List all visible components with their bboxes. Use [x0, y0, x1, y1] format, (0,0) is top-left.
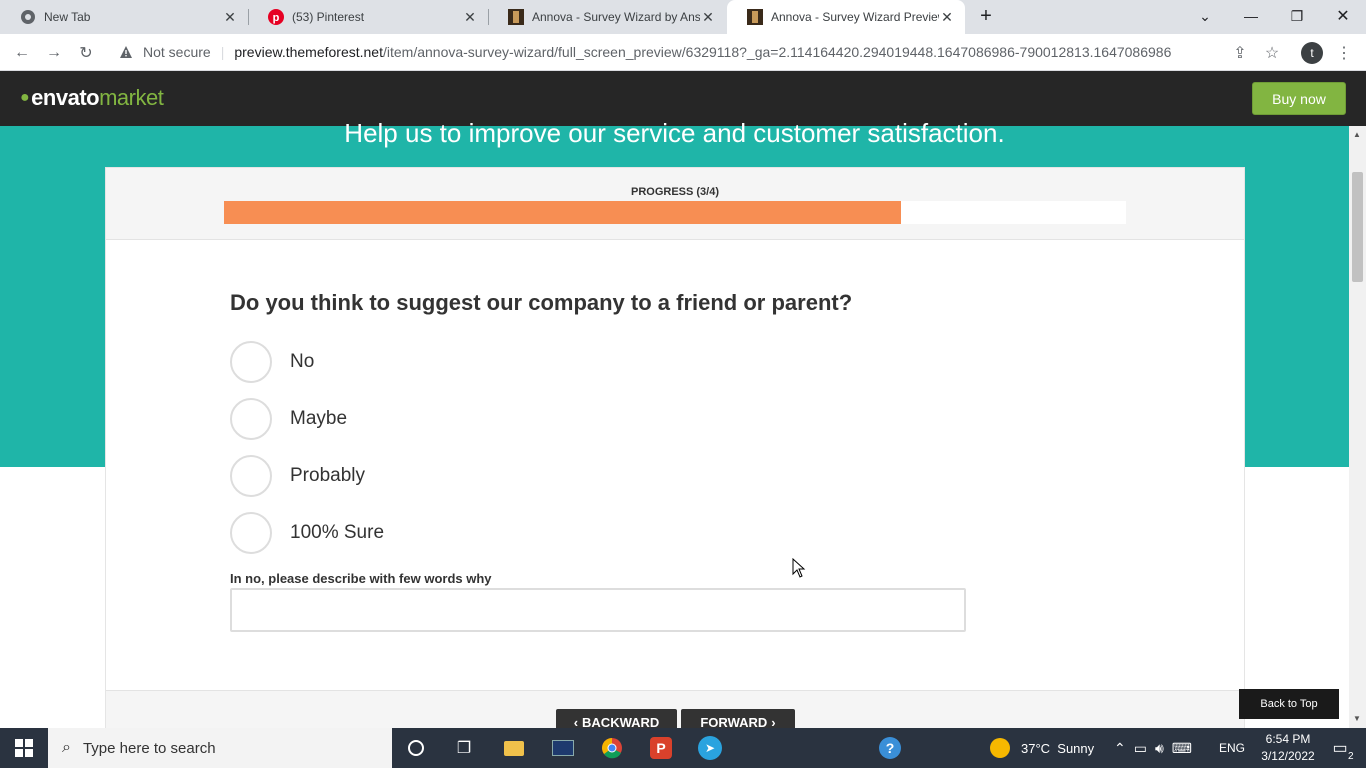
- radio-button[interactable]: [230, 512, 272, 554]
- url-bar[interactable]: Not secure | preview.themeforest.net /it…: [108, 37, 1296, 67]
- menu-icon[interactable]: ⋮: [1330, 39, 1358, 67]
- mouse-cursor-icon: [792, 557, 806, 583]
- file-explorer-icon[interactable]: [490, 728, 538, 768]
- keyboard-icon[interactable]: ⌨: [1172, 740, 1192, 757]
- psiphon-icon[interactable]: P: [637, 728, 685, 768]
- language-indicator[interactable]: ENG: [1219, 728, 1245, 768]
- close-tab-icon[interactable]: ✕: [222, 9, 238, 25]
- scroll-up-icon[interactable]: ▲: [1353, 130, 1361, 139]
- reload-icon[interactable]: ↻: [72, 39, 100, 67]
- pinterest-icon: p: [268, 9, 284, 25]
- system-tray: ⌃ ▭ 🔊︎ ⌨: [1114, 728, 1192, 768]
- tab-pinterest[interactable]: p (53) Pinterest ✕: [248, 0, 488, 34]
- option-label: Maybe: [290, 408, 348, 429]
- battery-icon[interactable]: ▭: [1134, 740, 1147, 757]
- tab-title: New Tab: [44, 10, 91, 24]
- progress-fill: [224, 201, 901, 224]
- scroll-down-icon[interactable]: ▼: [1353, 714, 1361, 723]
- clock[interactable]: 6:54 PM 3/12/2022: [1256, 728, 1320, 768]
- tab-search-icon[interactable]: ⌄: [1182, 0, 1228, 32]
- close-tab-icon[interactable]: ✕: [939, 9, 955, 25]
- notification-badge: 2: [1348, 751, 1354, 762]
- url-host: preview.themeforest.net: [234, 44, 383, 60]
- buy-now-button[interactable]: Buy now: [1252, 82, 1346, 115]
- option-label: 100% Sure: [290, 522, 385, 543]
- page-scrollbar[interactable]: ▲ ▼: [1349, 126, 1366, 728]
- note-label: In no, please describe with few words wh…: [230, 571, 492, 586]
- option-probably[interactable]: Probably: [230, 455, 365, 497]
- chrome-taskbar-icon[interactable]: [588, 728, 636, 768]
- progress-bar: [224, 201, 1126, 224]
- cortana-icon[interactable]: [392, 728, 440, 768]
- back-to-top-button[interactable]: Back to Top: [1239, 689, 1339, 719]
- progress-section: PROGRESS (3/4): [106, 168, 1244, 240]
- tab-annova-survey[interactable]: Annova - Survey Wizard by Anso ✕: [488, 0, 726, 34]
- chrome-icon: [20, 9, 36, 25]
- forward-icon[interactable]: →: [40, 39, 68, 67]
- option-label: Probably: [290, 465, 365, 486]
- telegram-icon[interactable]: ➤: [686, 728, 734, 768]
- chevron-up-icon[interactable]: ⌃: [1114, 740, 1126, 757]
- radio-button[interactable]: [230, 398, 272, 440]
- option-label: No: [290, 351, 315, 372]
- hero-headline: Help us to improve our service and custo…: [344, 118, 1005, 148]
- radio-button[interactable]: [230, 341, 272, 383]
- windows-start-icon[interactable]: [0, 728, 48, 768]
- annova-icon: [747, 9, 763, 25]
- taskbar-search[interactable]: ⌕ Type here to search: [48, 728, 392, 768]
- back-icon[interactable]: ←: [8, 39, 36, 67]
- app-icon[interactable]: [539, 728, 587, 768]
- notification-icon[interactable]: ▭ 2: [1322, 728, 1358, 768]
- option-maybe[interactable]: Maybe: [230, 398, 347, 440]
- survey-card: PROGRESS (3/4) Do you think to suggest o…: [105, 167, 1245, 738]
- share-icon[interactable]: ⇪: [1226, 39, 1254, 67]
- leaf-icon: ●: [20, 89, 30, 106]
- search-icon: ⌕: [62, 739, 71, 756]
- envato-logo[interactable]: ● envato market: [20, 85, 164, 111]
- radio-button[interactable]: [230, 455, 272, 497]
- tab-annova-preview[interactable]: Annova - Survey Wizard Preview ✕: [727, 0, 965, 34]
- weather-widget[interactable]: 37°C Sunny: [990, 728, 1094, 768]
- security-label: Not secure: [143, 44, 211, 60]
- new-tab-icon[interactable]: +: [964, 0, 1008, 32]
- tab-title: Annova - Survey Wizard by Anso: [532, 10, 700, 24]
- bookmark-star-icon[interactable]: ☆: [1258, 39, 1286, 67]
- tab-new-tab[interactable]: New Tab ✕: [0, 0, 248, 34]
- warning-icon: [118, 44, 134, 60]
- question-title: Do you think to suggest our company to a…: [230, 290, 853, 315]
- tab-title: Annova - Survey Wizard Preview: [771, 10, 939, 24]
- close-window-icon[interactable]: ✕: [1320, 0, 1366, 32]
- svg-text:p: p: [273, 12, 280, 24]
- annova-icon: [508, 9, 524, 25]
- scrollbar-thumb[interactable]: [1352, 172, 1363, 282]
- option-100-sure[interactable]: 100% Sure: [230, 512, 384, 554]
- sun-icon: [990, 738, 1010, 758]
- volume-icon[interactable]: 🔊︎: [1155, 740, 1164, 757]
- note-textarea[interactable]: [230, 588, 966, 632]
- task-view-icon[interactable]: ❐: [440, 728, 488, 768]
- progress-label: PROGRESS (3/4): [630, 186, 720, 198]
- address-bar: ← → ↻ Not secure | preview.themeforest.n…: [0, 34, 1366, 71]
- windows-taskbar: ⌕ Type here to search ❐ P ➤ ? 37°C Sunny…: [0, 728, 1366, 768]
- option-no[interactable]: No: [230, 341, 314, 383]
- close-tab-icon[interactable]: ✕: [700, 9, 716, 25]
- minimize-icon[interactable]: —: [1228, 0, 1274, 32]
- tab-title: (53) Pinterest: [292, 10, 365, 24]
- profile-avatar[interactable]: t: [1298, 39, 1326, 67]
- close-tab-icon[interactable]: ✕: [462, 9, 478, 25]
- url-path: /item/annova-survey-wizard/full_screen_p…: [382, 44, 1172, 60]
- browser-tab-bar: New Tab ✕ p (53) Pinterest ✕ Annova - Su…: [0, 0, 1366, 34]
- help-icon[interactable]: ?: [866, 728, 914, 768]
- restore-icon[interactable]: ❐: [1274, 0, 1320, 32]
